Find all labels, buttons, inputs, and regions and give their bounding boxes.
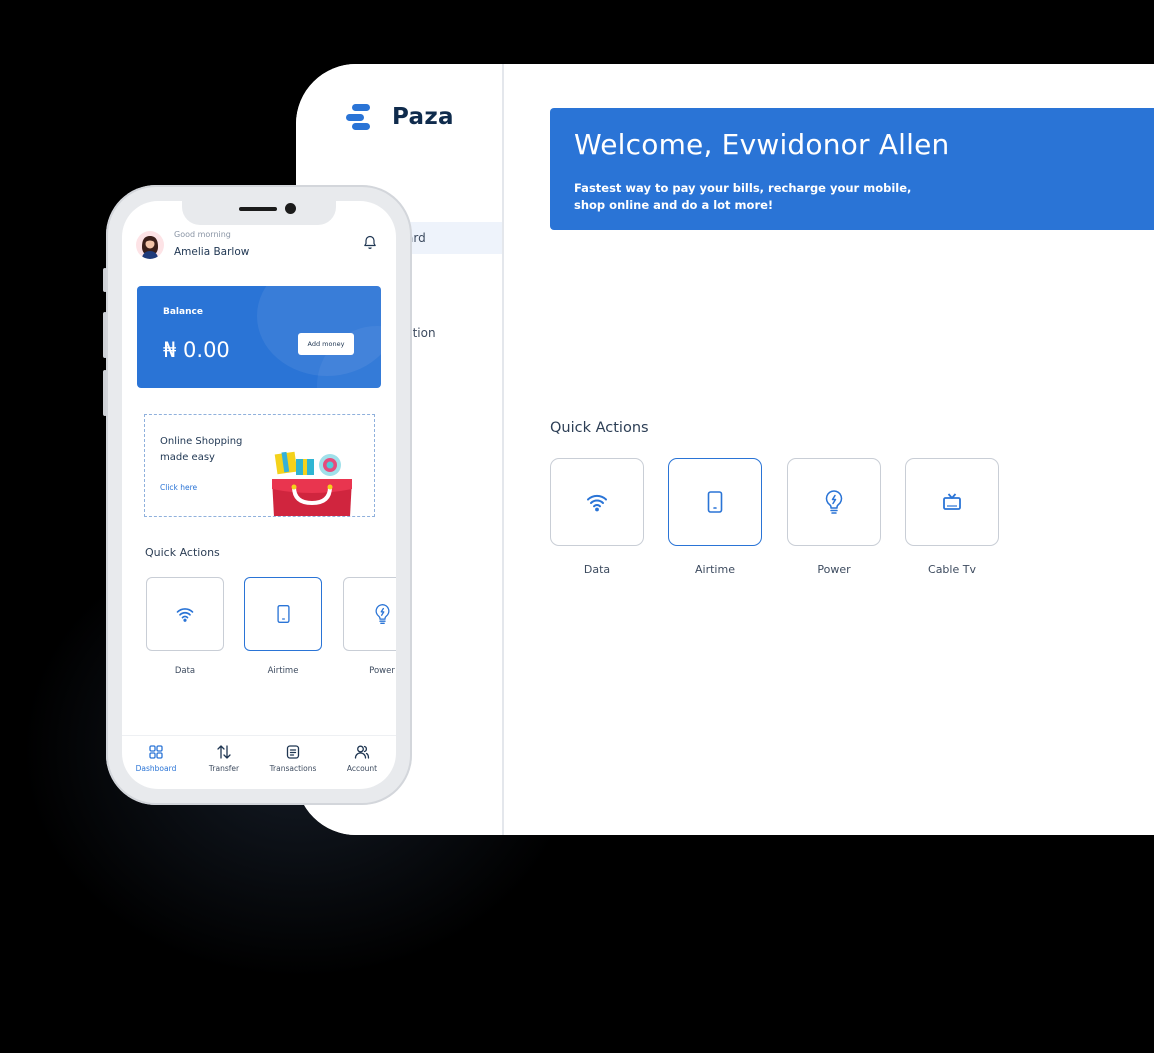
quick-action-data[interactable] bbox=[146, 577, 224, 651]
avatar[interactable] bbox=[136, 231, 164, 259]
quick-action-label: Data bbox=[583, 563, 611, 576]
quick-action-data[interactable] bbox=[550, 458, 644, 546]
phone-frame: Good morning Amelia Barlow Balance ₦ 0.0… bbox=[106, 185, 412, 805]
quick-action-label: Power bbox=[817, 563, 851, 576]
quick-action-label: Airtime bbox=[695, 563, 735, 576]
tv-icon bbox=[943, 493, 961, 510]
tab-account[interactable]: Account bbox=[328, 744, 396, 773]
balance-label: Balance bbox=[163, 307, 203, 317]
bell-icon bbox=[364, 235, 376, 249]
bulb-icon bbox=[375, 604, 389, 624]
phone-icon bbox=[276, 605, 290, 623]
desktop-window: Paza ard r ction t Welcome, Evwidonor Al… bbox=[296, 64, 1154, 835]
wifi-icon bbox=[176, 608, 194, 622]
users-icon bbox=[354, 745, 370, 759]
add-money-button[interactable]: Add money bbox=[298, 333, 354, 355]
tab-transfer[interactable]: Transfer bbox=[190, 744, 258, 773]
promo-title: Online Shopping made easy bbox=[160, 436, 243, 463]
wifi-icon bbox=[587, 494, 607, 512]
quick-action-airtime[interactable] bbox=[244, 577, 322, 651]
phone-notch bbox=[182, 201, 336, 225]
quick-action-power[interactable] bbox=[787, 458, 881, 546]
quick-action-power[interactable] bbox=[343, 577, 396, 651]
quick-action-label: Airtime bbox=[267, 666, 299, 676]
tab-label: Dashboard bbox=[135, 764, 177, 773]
quick-action-label: Cable Tv bbox=[928, 563, 976, 576]
notification-button[interactable] bbox=[362, 234, 378, 250]
quick-actions-title: Quick Actions bbox=[145, 546, 220, 559]
greeting-text: Good morning bbox=[174, 230, 231, 239]
brand-logo[interactable]: Paza bbox=[346, 104, 454, 130]
phone-screen: Good morning Amelia Barlow Balance ₦ 0.0… bbox=[122, 201, 396, 789]
tab-label: Transactions bbox=[269, 764, 317, 773]
user-name: Amelia Barlow bbox=[174, 246, 250, 258]
tab-dashboard[interactable]: Dashboard bbox=[122, 744, 190, 773]
phone-camera bbox=[285, 203, 296, 214]
receipt-icon bbox=[286, 745, 300, 759]
welcome-title: Welcome, Evwidonor Allen bbox=[574, 128, 950, 161]
promo-banner[interactable]: Online Shopping made easy Click here bbox=[144, 414, 375, 517]
paza-logo-icon bbox=[346, 104, 370, 130]
balance-card: Balance ₦ 0.00 Add money bbox=[137, 286, 381, 388]
tab-label: Account bbox=[346, 764, 378, 773]
phone-icon bbox=[707, 491, 723, 513]
brand-name: Paza bbox=[392, 104, 454, 130]
welcome-banner: Welcome, Evwidonor Allen Fastest way to … bbox=[550, 108, 1154, 230]
bulb-icon bbox=[825, 490, 843, 514]
quick-actions-title: Quick Actions bbox=[550, 420, 649, 436]
tab-label: Transfer bbox=[208, 764, 240, 773]
quick-action-cable-tv[interactable] bbox=[905, 458, 999, 546]
quick-action-airtime[interactable] bbox=[668, 458, 762, 546]
user-avatar-icon bbox=[142, 236, 158, 259]
phone-speaker bbox=[239, 207, 277, 211]
quick-action-label: Power bbox=[369, 666, 395, 676]
tab-transactions[interactable]: Transactions bbox=[259, 744, 327, 773]
welcome-subtitle: Fastest way to pay your bills, recharge … bbox=[574, 181, 912, 212]
main-content: Welcome, Evwidonor Allen Fastest way to … bbox=[504, 64, 1154, 835]
promo-link[interactable]: Click here bbox=[160, 483, 197, 492]
bottom-tab-bar: Dashboard Transfer Transactions Account bbox=[122, 735, 396, 789]
arrows-icon bbox=[217, 745, 231, 759]
balance-amount: ₦ 0.00 bbox=[163, 338, 230, 362]
quick-action-label: Data bbox=[174, 666, 196, 676]
shopping-bag-illustration bbox=[272, 451, 352, 516]
grid-icon bbox=[149, 745, 163, 759]
